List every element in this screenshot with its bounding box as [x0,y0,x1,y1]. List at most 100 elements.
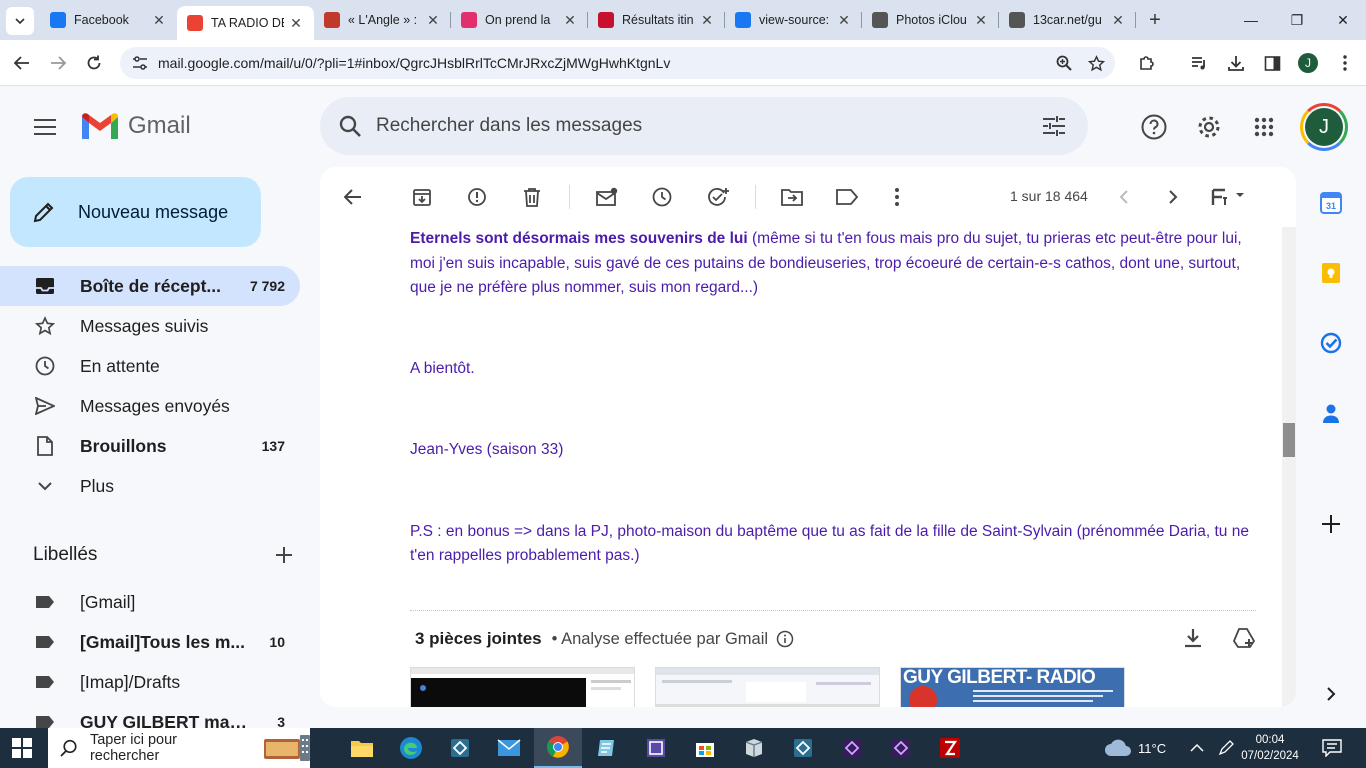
close-tab-icon[interactable]: ✕ [562,12,578,29]
tasks-app-button[interactable] [1318,330,1344,356]
browser-tab[interactable]: Facebook ✕ [40,0,177,40]
address-bar[interactable]: mail.google.com/mail/u/0/?pli=1#inbox/Qg… [120,47,1115,79]
google-apps-button[interactable] [1249,112,1279,142]
close-tab-icon[interactable]: ✕ [288,15,304,32]
add-task-button[interactable] [706,185,730,209]
gmail-logo[interactable]: Gmail [80,111,191,141]
move-to-button[interactable] [780,185,804,209]
sidebar-item[interactable]: Boîte de récept... 7 792 [0,266,300,306]
weather-widget[interactable]: 11°C [1104,728,1166,768]
mark-unread-button[interactable] [595,185,619,209]
settings-button[interactable] [1194,112,1224,142]
account-avatar[interactable]: J [1300,103,1348,151]
browser-tab[interactable]: « L'Angle » : ✕ [314,0,451,40]
sidebar-item[interactable]: Brouillons 137 [0,426,300,466]
taskbar-search-box[interactable]: Taper ici pour rechercher [48,728,310,768]
sidebar-item[interactable]: Messages envoyés [0,386,300,426]
browser-tab[interactable]: Résultats itin ✕ [588,0,725,40]
snooze-button[interactable] [650,185,674,209]
calendar-app-button[interactable]: 31 [1318,190,1344,216]
attachment-thumbnail-3[interactable]: GUY GILBERT- RADIO [900,667,1125,707]
notification-center[interactable] [1322,728,1342,768]
taskbar-clock[interactable]: 00:04 07/02/2024 [1240,732,1300,764]
more-actions-button[interactable] [885,185,909,209]
downloads-button[interactable] [1225,52,1247,74]
bookmark-button[interactable] [1087,54,1105,72]
back-to-inbox-button[interactable] [341,185,365,209]
side-panel-button[interactable] [1261,52,1283,74]
search-input[interactable]: Rechercher dans les messages [376,115,1042,137]
close-tab-icon[interactable]: ✕ [836,12,852,29]
browser-tab[interactable]: view-source: ✕ [725,0,862,40]
input-tools-button[interactable] [1208,185,1248,209]
main-menu-button[interactable] [25,107,65,147]
close-tab-icon[interactable]: ✕ [973,12,989,29]
show-hidden-icons[interactable] [1190,728,1204,768]
minimize-button[interactable]: — [1228,0,1274,40]
attachment-thumbnail-2[interactable] [655,667,880,707]
hide-side-panel-button[interactable] [1318,681,1344,707]
close-tab-icon[interactable]: ✕ [425,12,441,29]
close-tab-icon[interactable]: ✕ [1110,12,1126,29]
archive-button[interactable] [410,185,434,209]
label-item[interactable]: [Gmail]Tous les m... 10 [0,622,300,662]
add-to-drive-button[interactable] [1232,627,1256,649]
browser-tab[interactable]: Photos iClou ✕ [862,0,999,40]
tab-search-button[interactable] [6,7,34,35]
close-tab-icon[interactable]: ✕ [151,12,167,29]
label-item[interactable]: [Imap]/Drafts [0,662,300,702]
browser-tab[interactable]: 13car.net/gu ✕ [999,0,1136,40]
browser-tab[interactable]: On prend la ✕ [451,0,588,40]
taskbar-file-explorer[interactable] [338,728,386,768]
zoom-button[interactable] [1055,54,1073,72]
keep-app-button[interactable] [1318,260,1344,286]
taskbar-app-7[interactable] [632,728,680,768]
browser-menu-button[interactable] [1334,52,1356,74]
mail-search-box[interactable]: Rechercher dans les messages [320,97,1088,155]
older-button[interactable] [1161,185,1185,209]
start-button[interactable] [12,738,32,758]
labels-button[interactable] [835,185,859,209]
support-button[interactable] [1139,112,1169,142]
sidebar-item[interactable]: Messages suivis [0,306,300,346]
taskbar-app-11[interactable] [828,728,876,768]
restore-button[interactable]: ❐ [1274,0,1320,40]
forward-button[interactable] [44,49,72,77]
sidebar-item[interactable]: En attente [0,346,300,386]
message-scrollbar[interactable] [1282,227,1296,707]
taskbar-app-6[interactable] [583,728,631,768]
browser-tab[interactable]: TA RADIO DE ✕ [177,6,314,40]
taskbar-app-9[interactable] [730,728,778,768]
close-window-button[interactable]: ✕ [1320,0,1366,40]
close-tab-icon[interactable]: ✕ [699,12,715,29]
scrollbar-thumb[interactable] [1283,423,1295,457]
reload-button[interactable] [80,49,108,77]
add-label-icon[interactable] [275,546,293,564]
download-all-button[interactable] [1182,627,1204,649]
attachment-thumbnail-1[interactable] [410,667,635,707]
contacts-app-button[interactable] [1318,400,1344,426]
extensions-button[interactable] [1136,52,1158,74]
get-addons-button[interactable] [1318,511,1344,537]
pen-menu[interactable] [1218,728,1234,768]
report-spam-button[interactable] [465,185,489,209]
taskbar-filezilla[interactable] [926,728,974,768]
label-item[interactable]: [Gmail] [0,582,300,622]
taskbar-app-12[interactable] [877,728,925,768]
taskbar-edge[interactable] [387,728,435,768]
new-tab-button[interactable]: + [1140,5,1170,35]
compose-button[interactable]: Nouveau message [10,177,261,247]
sidebar-item[interactable]: Plus [0,466,300,506]
taskbar-app-3[interactable] [436,728,484,768]
search-options-icon[interactable] [1042,115,1066,137]
taskbar-store[interactable] [681,728,729,768]
taskbar-chrome[interactable] [534,728,582,768]
browser-profile-avatar[interactable]: J [1298,53,1318,73]
taskbar-mail[interactable] [485,728,533,768]
back-button[interactable] [8,49,36,77]
newer-button[interactable] [1112,185,1136,209]
site-info-button[interactable] [126,55,154,71]
info-icon[interactable] [776,630,794,648]
taskbar-app-10[interactable] [779,728,827,768]
media-controls-button[interactable] [1188,52,1210,74]
